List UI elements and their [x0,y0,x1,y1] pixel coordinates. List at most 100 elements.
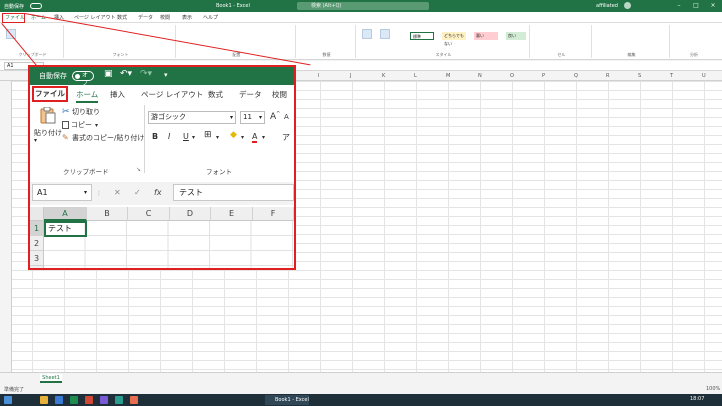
style-normal[interactable]: 標準 [410,32,434,40]
group-analysis: 分析 [690,52,698,57]
maximize-icon[interactable]: □ [692,2,700,10]
cut-button[interactable]: ✂ 切り取り [62,107,100,117]
cancel-entry-icon[interactable]: ✕ [114,188,121,197]
app-icon[interactable] [100,396,108,404]
row-header-1[interactable]: 1 [30,221,44,236]
group-number: 数値 [298,25,356,58]
start-icon[interactable] [4,396,12,404]
app-icon[interactable] [115,396,123,404]
underline-button[interactable]: U [183,132,189,141]
select-all-corner[interactable] [30,207,44,221]
phonetic-icon[interactable]: ア [282,132,290,143]
tab-file[interactable]: ファイル [32,86,68,102]
font-name-select[interactable]: 游ゴシック ▾ [148,111,236,124]
column-header-a[interactable]: A [44,207,87,221]
fill-dropdown-icon[interactable]: ▾ [241,134,244,141]
inset-formula-bar: A1 ▾ ⋮ ✕ ✓ fx テスト [30,182,294,205]
tab-insert[interactable]: 挿入 [110,89,125,100]
column-header-c[interactable]: C [128,207,170,221]
sheet-tab[interactable]: Sheet1 [40,374,62,383]
highlight-file-tab [2,13,25,23]
autosave-label: 自動保存 [4,4,25,10]
formula-input[interactable]: テスト [173,184,294,201]
row-header-3[interactable]: 3 [30,251,44,266]
tab-data[interactable]: データ [239,89,262,100]
tab-view[interactable]: 表示 [182,14,192,21]
tab-review[interactable]: 校閲 [272,89,287,100]
excel-screenshot: 自動保存 検索 (Alt+Q) Book1 - Excel affiliated… [0,0,722,406]
inset-worksheet: A B C D E F 1 2 3 4 5 テスト [30,207,294,268]
italic-button[interactable]: I [168,132,170,141]
borders-icon[interactable]: ⊞ [204,130,212,140]
group-editing: 編集 [594,25,670,58]
font-color-dropdown-icon[interactable]: ▾ [262,134,265,141]
style-bad[interactable]: 悪い [474,32,498,40]
decrease-font-icon[interactable]: A [284,113,289,121]
fill-color-icon[interactable]: ◆ [230,130,237,140]
avatar[interactable] [624,2,631,9]
tab-page-layout[interactable]: ページ レイアウト [74,14,116,21]
name-box[interactable]: A1 ▾ [32,184,92,201]
conditional-format-icon[interactable] [362,29,372,39]
tab-home[interactable]: ホーム [76,89,99,103]
underline-dropdown-icon[interactable]: ▾ [192,134,195,141]
row-header-4[interactable]: 4 [30,266,44,268]
status-text: 準備完了 [4,387,25,393]
font-color-icon[interactable]: A [252,132,258,143]
search-box[interactable]: 検索 (Alt+Q) [297,2,429,10]
column-header-f[interactable]: F [253,207,294,221]
excel-icon[interactable] [70,396,78,404]
folder-icon[interactable] [40,396,48,404]
row-headers [0,81,12,372]
browser-icon[interactable] [55,396,63,404]
autosave-toggle[interactable]: オフ [72,71,94,87]
undo-icon[interactable]: ↶▾ [120,69,132,79]
group-separator [144,105,145,173]
redo-icon[interactable]: ↷▾ [140,69,152,79]
zoom-level[interactable]: 100% [706,386,720,392]
format-table-icon[interactable] [380,29,390,39]
tab-review[interactable]: 校閲 [160,14,170,21]
font-size-select[interactable]: 11 ▾ [240,111,265,124]
close-icon[interactable]: × [709,2,717,10]
column-header-b[interactable]: B [87,207,128,221]
style-neutral[interactable]: どちらでもない [442,32,466,46]
clock: 18:07 [690,396,705,402]
tab-formulas[interactable]: 数式 [208,89,223,100]
taskbar: Book1 - Excel 18:07 [0,394,722,406]
user-name[interactable]: affiliated [596,3,618,9]
row-header-2[interactable]: 2 [30,236,44,251]
autosave-toggle[interactable] [30,3,42,9]
dialog-launcher-icon[interactable]: ↘ [136,166,141,173]
tab-help[interactable]: ヘルプ [203,14,218,21]
group-styles: 標準 どちらでもない 悪い 良い スタイル [358,25,530,58]
format-painter-button[interactable]: ✎ 書式のコピー/貼り付け [62,133,144,143]
window-title: Book1 - Excel [216,3,250,9]
formula-bar-options-icon[interactable]: ⋮ [96,190,102,197]
title-bar: 自動保存 検索 (Alt+Q) Book1 - Excel affiliated… [0,0,722,12]
bold-button[interactable]: B [152,132,158,141]
paste-button[interactable]: 貼り付け [34,128,62,138]
customize-icon[interactable]: ▾ [164,71,168,79]
save-icon[interactable]: ▣ [104,69,113,79]
minimize-icon[interactable]: – [675,2,683,10]
taskbar-excel-window[interactable]: Book1 - Excel [265,395,309,405]
increase-font-icon[interactable]: A^ [270,111,280,122]
tab-page-layout[interactable]: ページ レイアウト [141,89,203,100]
app-icon[interactable] [130,396,138,404]
cell-a1[interactable]: テスト [44,221,87,237]
tab-data[interactable]: データ [138,14,153,21]
column-header-d[interactable]: D [170,207,211,221]
style-good[interactable]: 良い [506,32,526,40]
paste-icon[interactable] [40,107,56,124]
confirm-entry-icon[interactable]: ✓ [134,188,141,197]
copy-button[interactable]: コピー ▾ [62,120,98,130]
borders-dropdown-icon[interactable]: ▾ [216,134,219,141]
tab-formulas[interactable]: 数式 [117,14,127,21]
app-icon[interactable] [85,396,93,404]
paste-dropdown-icon[interactable]: ▾ [34,137,37,144]
insert-function-icon[interactable]: fx [154,188,162,197]
autosave-label: 自動保存 [39,72,67,80]
column-header-e[interactable]: E [211,207,253,221]
inset-title-bar: 自動保存 オフ ▣ ↶▾ ↷▾ ▾ [30,67,294,87]
